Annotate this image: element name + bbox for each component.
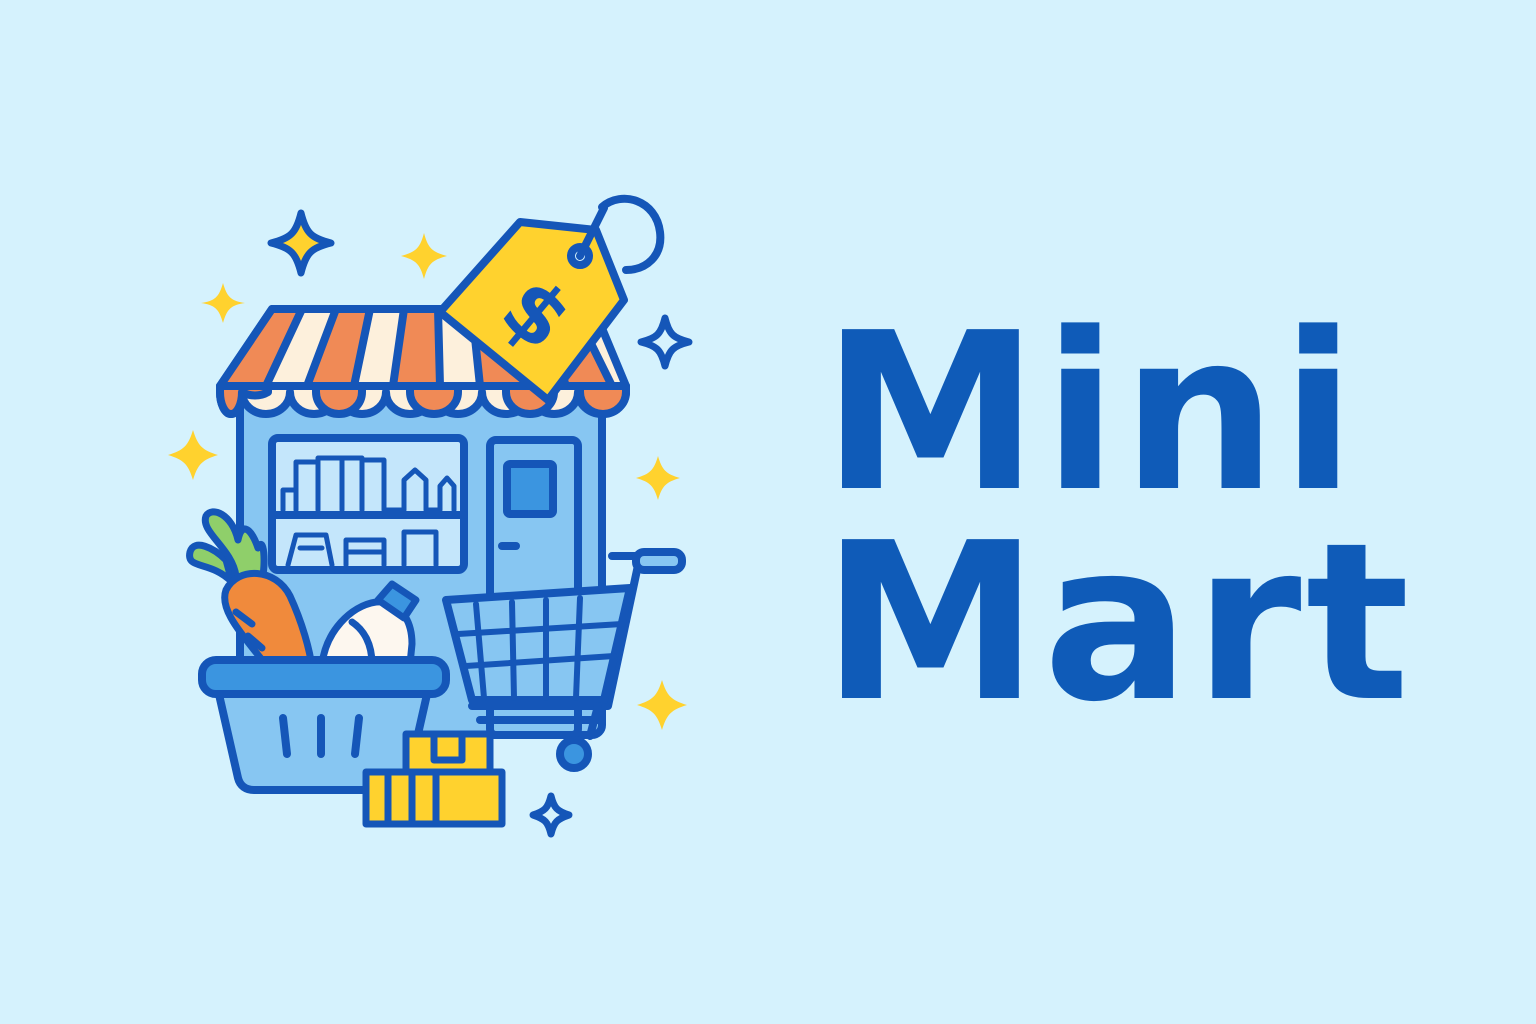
sparkle-icon [168,430,218,480]
sparkle-icon [201,283,245,323]
sparkle-icon [637,680,687,730]
brand-wordmark: Mini Mart [822,287,1462,733]
sparkle-icon [529,792,573,838]
brand-name-line-2: Mart [822,497,1414,750]
logo-canvas: $ Mini Mart [0,0,1536,1024]
sparkle-icon [637,314,693,370]
sparkle-icon [401,233,447,279]
brand-name-line-1: Mini [822,287,1360,540]
sparkle-icon [267,209,335,277]
sparkle-icon [636,456,680,500]
